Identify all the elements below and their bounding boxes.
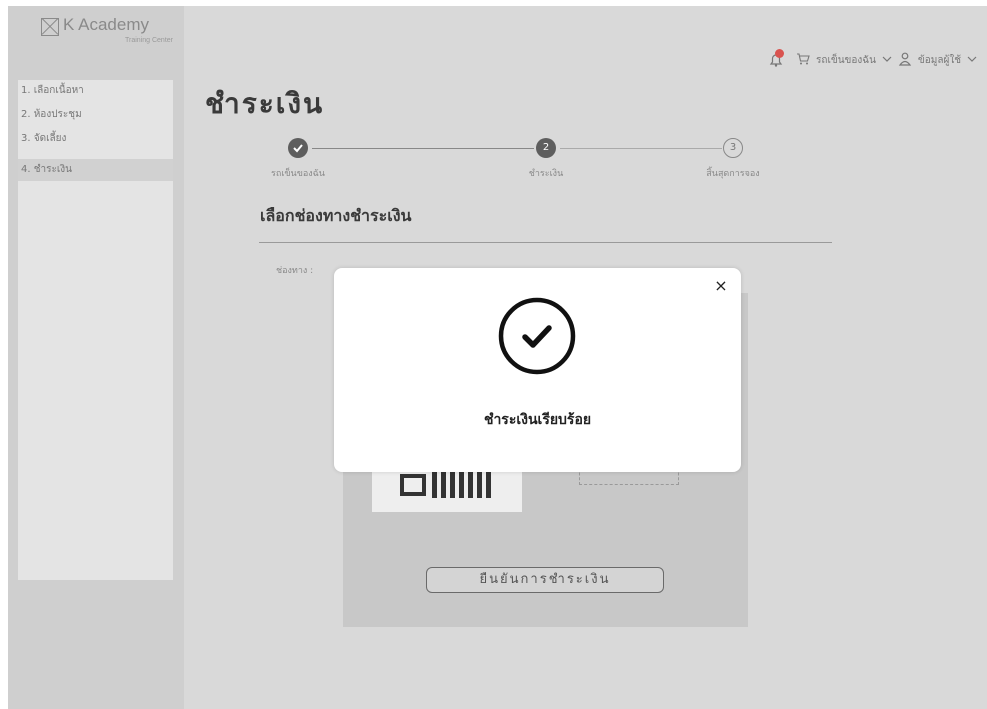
step-connector <box>560 148 722 149</box>
success-message: ชำระเงินเรียบร้อย <box>483 412 592 428</box>
section-divider <box>259 242 832 243</box>
user-icon[interactable] <box>898 52 912 69</box>
sidebar-panel: 1. เลือกเนื้อหา 2. ห้องประชุม 3. จัดเลี้… <box>18 80 173 580</box>
brand-subtitle: Training Center <box>125 37 173 44</box>
close-icon[interactable]: × <box>713 278 729 294</box>
sidebar-item-catering[interactable]: 3. จัดเลี้ยง <box>18 128 173 150</box>
success-check-icon <box>498 297 576 375</box>
notification-badge <box>775 49 785 58</box>
user-menu-link[interactable]: ข้อมูลผู้ใช้ <box>918 53 961 68</box>
brand-name: K Academy <box>63 15 149 34</box>
step-label-complete: สิ้นสุดการจอง <box>706 169 760 179</box>
step-2-circle: 2 <box>536 138 556 158</box>
step-label-payment: ชำระเงิน <box>528 169 564 179</box>
step-1-check-icon <box>288 138 308 158</box>
payment-section-title: เลือกช่องทางชำระเงิน <box>260 206 412 225</box>
payment-success-modal: × ชำระเงินเรียบร้อย <box>334 268 741 472</box>
checkout-stepper: 2 3 รถเข็นของฉัน ชำระเงิน สิ้นสุดการจอง <box>200 138 820 180</box>
logo-icon <box>41 18 59 36</box>
qr-pattern <box>432 472 492 498</box>
sidebar-item-select-content[interactable]: 1. เลือกเนื้อหา <box>18 80 173 102</box>
step-label-cart: รถเข็นของฉัน <box>271 169 325 179</box>
notification-bell-icon[interactable] <box>768 49 785 68</box>
sidebar-item-payment[interactable]: 4. ชำระเงิน <box>18 159 173 181</box>
step-3-circle: 3 <box>723 138 743 158</box>
payment-method-label: ช่องทาง : <box>276 266 314 276</box>
step-connector <box>312 148 534 149</box>
confirm-payment-button[interactable]: ยืนยันการชำระเงิน <box>426 567 664 593</box>
brand-logo[interactable]: K Academy Training Center <box>36 14 176 54</box>
cart-icon[interactable] <box>796 52 810 69</box>
chevron-down-icon[interactable] <box>882 54 892 67</box>
cart-link[interactable]: รถเข็นของฉัน <box>816 53 876 68</box>
sidebar-item-meeting-room[interactable]: 2. ห้องประชุม <box>18 104 173 126</box>
qr-finder <box>400 474 426 496</box>
user-chevron-down-icon[interactable] <box>967 54 977 67</box>
page-title: ชำระเงิน <box>205 87 325 120</box>
top-bar: รถเข็นของฉัน ข้อมูลผู้ใช้ <box>768 49 977 70</box>
